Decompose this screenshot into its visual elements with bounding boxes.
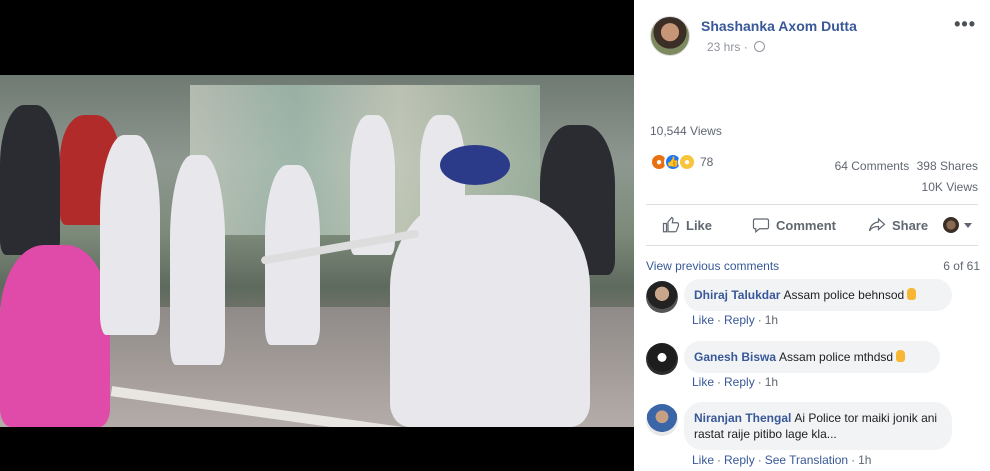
comment-text: Assam police behnsod [783, 288, 905, 302]
commenter-name[interactable]: Dhiraj Talukdar [694, 288, 780, 302]
commenter-name[interactable]: Ganesh Biswa [694, 350, 776, 364]
police-officer [100, 135, 160, 335]
post-as-selector[interactable] [943, 217, 972, 233]
share-button[interactable]: Share [868, 216, 928, 234]
like-button[interactable]: Like [662, 216, 712, 234]
comment-time[interactable]: 1h [765, 375, 778, 389]
comment-text: Assam police mthdsd [779, 350, 894, 364]
comment-time[interactable]: 1h [765, 313, 778, 327]
comments-page-count: 6 of 61 [943, 259, 980, 273]
police-officer [170, 155, 225, 365]
post-time-text: 23 hrs [707, 40, 741, 54]
sad-icon: ● [678, 153, 696, 171]
commenter-avatar[interactable] [646, 343, 678, 375]
comment-bubble: Dhiraj Talukdar Assam police behnsod [684, 279, 952, 311]
thumbs-up-icon [662, 216, 680, 233]
see-translation-link[interactable]: See Translation [765, 453, 848, 467]
post-timestamp[interactable]: 23 hrs · [707, 40, 766, 54]
views-count: 10,544 Views [650, 124, 722, 138]
crowd-figure [0, 105, 60, 255]
video-views-count: 10K Views [921, 180, 978, 194]
comments-count[interactable]: 64 Comments [835, 159, 910, 173]
post-sidebar: Shashanka Axom Dutta 23 hrs · ••• 10,544… [634, 0, 990, 471]
user-avatar [943, 217, 959, 233]
post-action-bar: Like Comment Share [646, 204, 978, 246]
woman-in-pink-saree [0, 245, 110, 427]
middle-finger-emoji-icon [907, 288, 917, 300]
comment-reply-link[interactable]: Reply [724, 375, 755, 389]
comment-reply-link[interactable]: Reply [724, 453, 755, 467]
comment-icon [752, 218, 770, 233]
like-label: Like [686, 217, 713, 233]
comment-like-link[interactable]: Like [692, 375, 714, 389]
comment-time[interactable]: 1h [858, 453, 871, 467]
globe-icon [754, 41, 766, 52]
comment-button[interactable]: Comment [752, 216, 836, 234]
comment-meta: Like · Reply · See Translation · 1h [692, 453, 872, 467]
author-name[interactable]: Shashanka Axom Dutta [701, 18, 857, 34]
comment-meta: Like · Reply · 1h [692, 375, 779, 389]
reaction-count: 78 [700, 155, 714, 169]
reactions-summary[interactable]: ● 👍 ● 78 [650, 153, 713, 171]
comment-meta: Like · Reply · 1h [692, 313, 779, 327]
comment-label: Comment [776, 217, 836, 233]
comment-like-link[interactable]: Like [692, 453, 714, 467]
comment-reply-link[interactable]: Reply [724, 313, 755, 327]
commenter-name[interactable]: Niranjan Thengal [694, 411, 791, 425]
commenter-avatar[interactable] [646, 404, 678, 436]
commenter-avatar[interactable] [646, 281, 678, 313]
engagement-counts: 64 Comments 398 Shares 10K Views [835, 156, 978, 198]
author-avatar[interactable] [650, 16, 690, 56]
video-player[interactable] [0, 0, 634, 471]
comment-bubble: Ganesh Biswa Assam police mthdsd [684, 341, 940, 373]
caret-down-icon [964, 222, 972, 228]
police-cap [440, 145, 510, 185]
shares-count[interactable]: 398 Shares [917, 159, 978, 173]
share-icon [868, 217, 886, 232]
comment-like-link[interactable]: Like [692, 313, 714, 327]
share-label: Share [891, 217, 929, 233]
police-officer-foreground [390, 195, 590, 427]
video-frame[interactable] [0, 75, 634, 427]
more-options-button[interactable]: ••• [954, 14, 976, 35]
view-previous-comments-link[interactable]: View previous comments [646, 259, 779, 273]
comment-bubble: Niranjan Thengal Ai Police tor maiki joni… [684, 402, 952, 450]
middle-finger-emoji-icon [896, 350, 906, 362]
